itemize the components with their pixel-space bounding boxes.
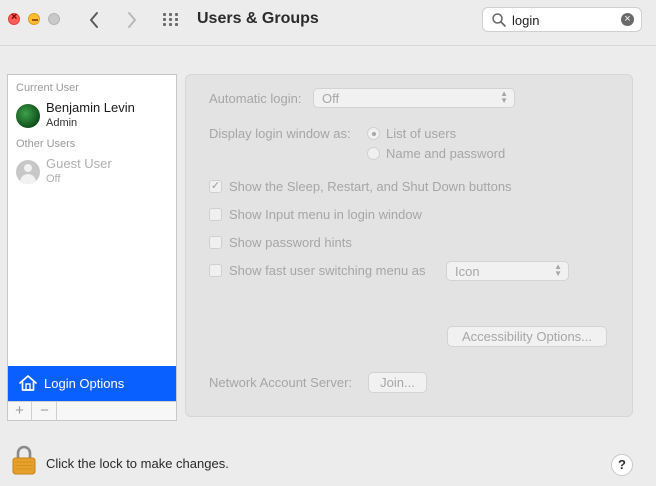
checkbox-input-menu[interactable] xyxy=(209,208,222,221)
fast-switch-popup[interactable]: Icon ▲ ▼ xyxy=(446,261,569,281)
user-row-current[interactable]: Benjamin Levin Admin xyxy=(8,100,176,134)
house-icon xyxy=(19,375,37,391)
chevron-updown-icon: ▲ ▼ xyxy=(554,262,562,278)
user-name: Guest User xyxy=(46,156,112,171)
close-button[interactable] xyxy=(8,11,20,25)
automatic-login-popup[interactable]: Off ▲ ▼ xyxy=(313,88,515,108)
fast-switch-value: Icon xyxy=(455,264,480,279)
clear-search-icon[interactable]: × xyxy=(621,13,634,26)
minimize-button[interactable] xyxy=(28,13,40,25)
automatic-login-value: Off xyxy=(322,91,340,106)
window-title: Users & Groups xyxy=(197,10,319,27)
checkbox-label: Show Input menu in login window xyxy=(229,207,422,222)
checkbox-fast-user-switching[interactable] xyxy=(209,264,222,277)
checkbox-sleep-restart[interactable]: ✓ xyxy=(209,180,222,193)
display-login-label: Display login window as: xyxy=(209,126,351,141)
sidebar-item-login-options[interactable]: Login Options xyxy=(8,366,176,401)
radio-label: Name and password xyxy=(386,146,506,161)
chevron-right-icon xyxy=(128,12,136,28)
zoom-button[interactable] xyxy=(48,13,60,25)
other-users-header: Other Users xyxy=(16,138,76,150)
chevron-left-icon xyxy=(90,12,98,28)
join-button[interactable]: Join... xyxy=(368,372,427,393)
current-user-header: Current User xyxy=(16,82,79,94)
add-user-button[interactable]: + xyxy=(8,402,32,420)
checkbox-label: Show password hints xyxy=(229,235,352,250)
login-options-panel: Automatic login: Off ▲ ▼ Display login wi… xyxy=(185,74,633,417)
avatar xyxy=(16,104,40,128)
radio-list-of-users[interactable] xyxy=(367,127,380,140)
list-footer: + − xyxy=(8,401,176,420)
search-field[interactable]: × xyxy=(482,7,642,32)
checkbox-label: Show fast user switching menu as xyxy=(229,263,426,278)
user-name: Benjamin Levin xyxy=(46,100,135,115)
lock-icon[interactable] xyxy=(11,445,37,475)
search-icon xyxy=(492,13,506,27)
chevron-updown-icon: ▲ ▼ xyxy=(500,89,508,105)
lock-message: Click the lock to make changes. xyxy=(46,456,229,471)
user-list: Current User Benjamin Levin Admin Other … xyxy=(7,74,177,421)
checkbox-label: Show the Sleep, Restart, and Shut Down b… xyxy=(229,179,512,194)
accessibility-options-button[interactable]: Accessibility Options... xyxy=(447,326,607,347)
forward-button[interactable] xyxy=(120,8,142,32)
automatic-login-label: Automatic login: xyxy=(209,91,302,106)
guest-avatar xyxy=(16,160,40,184)
network-server-label: Network Account Server: xyxy=(209,375,353,390)
sidebar-item-label: Login Options xyxy=(44,376,125,391)
user-role: Admin xyxy=(46,117,78,129)
toolbar-divider xyxy=(0,45,656,46)
search-input[interactable] xyxy=(512,11,612,29)
back-button[interactable] xyxy=(84,8,106,32)
remove-user-button[interactable]: − xyxy=(33,402,57,420)
show-all-grid-button[interactable] xyxy=(163,13,179,27)
radio-name-and-password[interactable] xyxy=(367,147,380,160)
titlebar: Users & Groups × xyxy=(0,0,656,40)
user-row-guest[interactable]: Guest User Off xyxy=(8,156,176,190)
help-button[interactable]: ? xyxy=(611,454,633,476)
checkbox-password-hints[interactable] xyxy=(209,236,222,249)
user-status: Off xyxy=(46,173,61,185)
radio-label: List of users xyxy=(386,126,457,141)
